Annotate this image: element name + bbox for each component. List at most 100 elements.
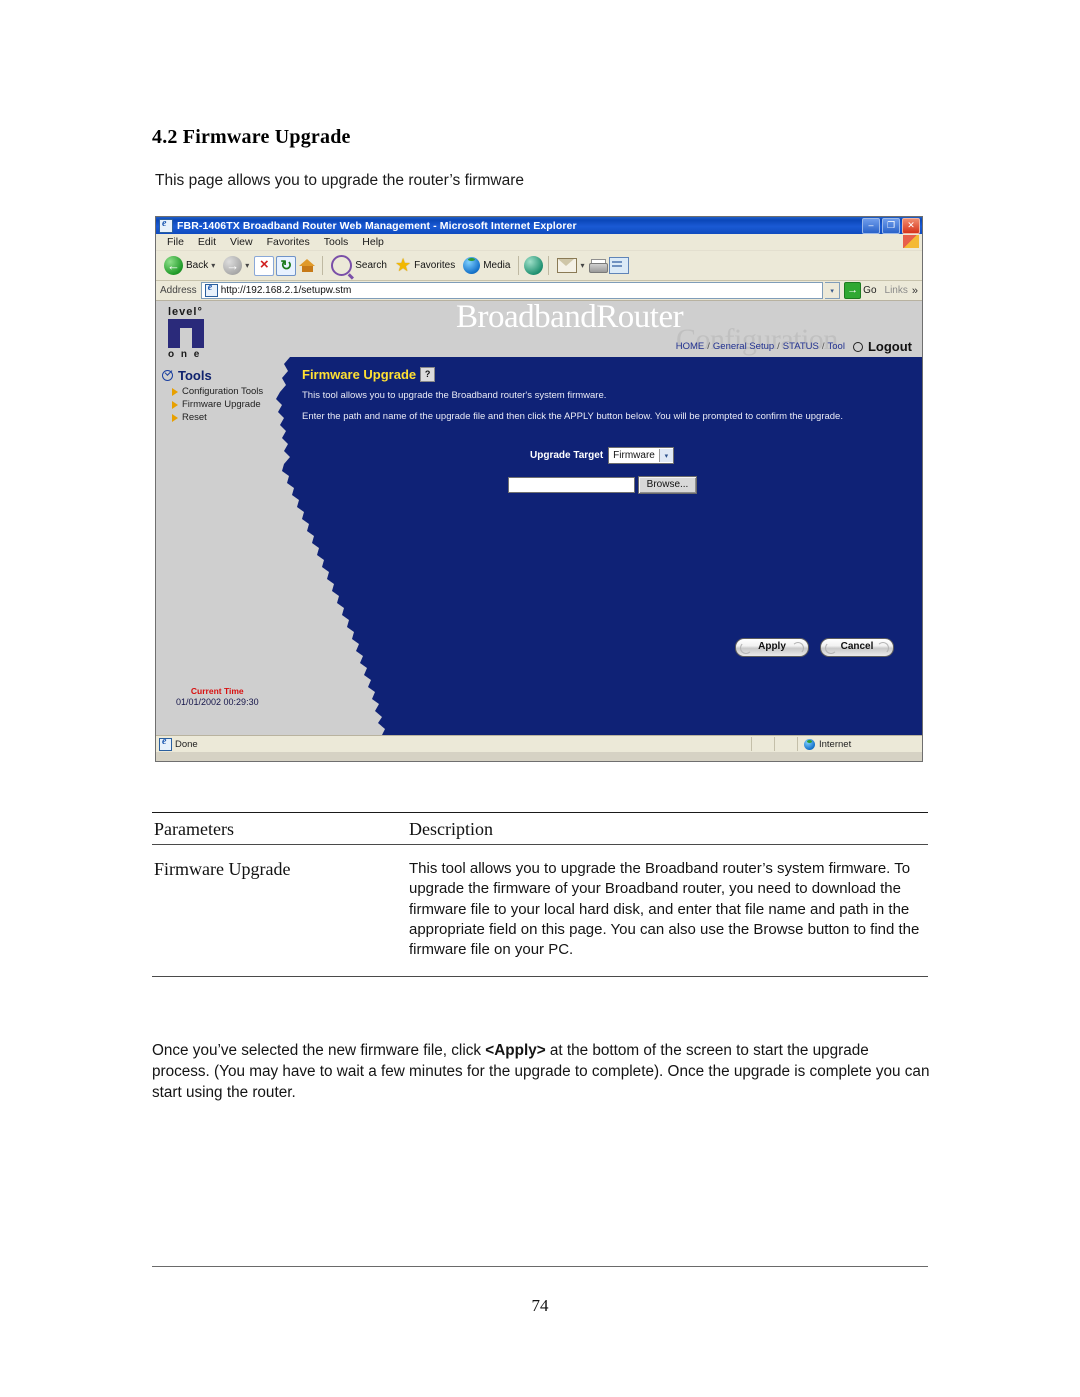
favorites-button[interactable]: ★ Favorites [392,255,458,275]
row-description: This tool allows you to upgrade the Broa… [409,860,920,958]
status-cell-2 [774,737,797,751]
browser-title-bar: FBR-1406TX Broadband Router Web Manageme… [156,217,922,234]
column-header-parameters: Parameters [154,819,234,839]
parameters-table: Parameters Description Firmware Upgrade … [152,812,928,978]
menu-item-file[interactable]: File [160,236,191,248]
stop-icon[interactable] [254,255,275,276]
cancel-button[interactable]: Cancel [820,638,894,657]
logo-brand-word: level° [168,306,203,318]
back-button[interactable]: ← Back ▾ [161,256,218,275]
home-icon[interactable] [298,257,317,274]
menu-item-favorites[interactable]: Favorites [260,236,317,248]
go-label: Go [863,285,877,296]
windows-flag-icon [903,235,919,248]
refresh-icon[interactable] [276,255,297,276]
page-number: 74 [531,1296,549,1315]
edit-icon[interactable] [609,257,630,274]
address-dropdown-caret-icon[interactable]: ▾ [825,282,841,299]
status-zone: Internet [797,737,922,751]
toolbar-separator-2 [518,256,520,275]
router-header: level° o n e BroadbandRouter Configurati… [156,301,922,357]
firmware-file-input[interactable] [508,477,635,493]
table-bottom-rule [152,976,928,978]
search-button[interactable]: Search [328,255,390,276]
back-dropdown-caret-icon[interactable]: ▾ [211,261,215,270]
logo-mark-icon [168,319,204,348]
search-label: Search [355,260,387,271]
router-content-panel: Firmware Upgrade ? This tool allows you … [156,364,922,735]
nav-item-tool[interactable]: Tool [828,341,845,352]
router-brand-title: BroadbandRouter [456,301,684,335]
address-value: http://192.168.2.1/setupw.stm [220,285,352,296]
status-text: Done [175,738,198,750]
toolbar-separator-3 [548,256,550,275]
upgrade-target-row: Upgrade Target Firmware ▾ [530,447,674,464]
browser-address-bar: Address http://192.168.2.1/setupw.stm ▾ … [156,281,922,301]
navy-top-bar [290,357,922,364]
back-arrow-icon: ← [164,256,183,275]
links-label[interactable]: Links [881,285,912,296]
history-icon[interactable] [524,256,544,275]
router-body: Tools Configuration Tools Firmware Upgra… [156,357,922,735]
logout-radio-icon[interactable] [852,341,863,352]
row-parameter: Firmware Upgrade [154,859,291,879]
upgrade-target-select[interactable]: Firmware ▾ [608,447,674,464]
action-buttons: Apply Cancel [735,638,894,657]
table-row: Firmware Upgrade This tool allows you to… [152,845,928,976]
status-zone-label: Internet [819,738,852,750]
close-button[interactable]: ✕ [902,218,920,234]
media-label: Media [483,260,511,271]
logout-button[interactable]: Logout [868,339,912,354]
search-icon [331,255,353,276]
media-globe-icon [463,257,481,274]
mail-button[interactable]: ▾ [554,258,587,273]
browser-title: FBR-1406TX Broadband Router Web Manageme… [177,219,577,232]
minimize-icon: – [868,220,874,230]
go-arrow-icon [844,282,862,299]
firmware-file-row: Browse... [508,476,697,494]
nav-separator-3: / [821,341,825,352]
media-button[interactable]: Media [460,257,513,274]
current-time-value: 01/01/2002 00:29:30 [176,697,259,707]
content-paragraph-2: Enter the path and name of the upgrade f… [302,411,843,422]
maximize-button[interactable]: ❐ [882,218,900,234]
footer-rule [152,1266,928,1267]
nav-separator-1: / [707,341,710,352]
go-button[interactable]: Go [840,282,880,299]
browser-toolbar: ← Back ▾ → ▾ Search ★ Favorites Me [156,251,922,281]
upgrade-target-value: Firmware [613,450,655,461]
favorites-label: Favorites [414,260,456,271]
status-cell-1 [751,737,774,751]
browser-window-screenshot: FBR-1406TX Broadband Router Web Manageme… [155,216,923,762]
nav-item-status[interactable]: STATUS [783,341,819,352]
nav-item-home[interactable]: HOME [676,341,705,352]
menu-item-help[interactable]: Help [355,236,391,248]
internet-explorer-icon [159,218,173,233]
print-icon[interactable] [589,258,609,273]
mail-dropdown-caret-icon[interactable]: ▾ [580,261,584,270]
links-chevron-icon[interactable]: » [912,285,922,297]
minimize-button[interactable]: – [862,218,880,234]
star-icon: ★ [394,255,412,275]
intro-paragraph: This page allows you to upgrade the rout… [155,172,525,189]
column-header-description: Description [409,819,493,839]
internet-zone-icon [804,738,815,750]
forward-button[interactable]: → ▾ [220,256,252,275]
address-label: Address [160,285,197,296]
closing-text-1: Once you’ve selected the new firmware fi… [152,1042,486,1059]
address-input[interactable]: http://192.168.2.1/setupw.stm [200,282,824,299]
menu-item-edit[interactable]: Edit [191,236,223,248]
document-page: 4.2 Firmware Upgrade This page allows yo… [0,0,1080,1397]
menu-item-view[interactable]: View [223,236,260,248]
maximize-icon: ❐ [886,220,896,230]
section-heading: 4.2 Firmware Upgrade [152,126,351,148]
forward-arrow-icon: → [223,256,243,275]
nav-item-general-setup[interactable]: General Setup [713,341,774,352]
apply-button[interactable]: Apply [735,638,809,657]
menu-item-tools[interactable]: Tools [317,236,356,248]
help-icon[interactable]: ? [420,367,436,382]
closing-paragraph: Once you’ve selected the new firmware fi… [152,1040,930,1103]
browse-button[interactable]: Browse... [638,476,697,494]
browser-menu-bar: File Edit View Favorites Tools Help [156,234,922,251]
forward-dropdown-caret-icon[interactable]: ▾ [245,261,249,270]
